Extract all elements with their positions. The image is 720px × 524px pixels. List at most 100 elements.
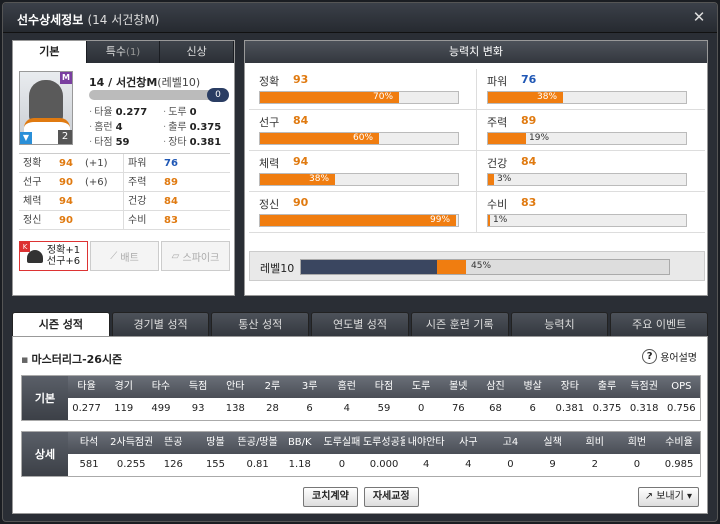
exp-bar: 0 [89, 88, 229, 102]
equip-slot-helmet[interactable]: K 정확+1 선구+6 [19, 241, 88, 271]
level-percent: 45% [471, 261, 492, 271]
player-card[interactable]: M ▼ 2 [19, 71, 73, 145]
posture-correction-button[interactable]: 자세교정 [363, 487, 419, 507]
mini-stat-key: 장타 [168, 137, 187, 148]
grade-badge: M [60, 72, 72, 84]
table-cell: 출루 [597, 381, 617, 392]
bullet-icon: ▪ [21, 353, 29, 366]
stat-cell: 정확 94 (+1) [19, 154, 124, 172]
table-cell: 1.18 [288, 459, 311, 470]
ability-bar: 38% [487, 91, 687, 104]
table-cell: BB/K [287, 437, 312, 448]
ability-item: 정확 93 70% [249, 69, 477, 110]
table-cell: 내야안타 [407, 437, 445, 448]
season-title: ▪ 마스터리그-26시즌 [21, 351, 122, 367]
table-cell: 도루실패 [323, 437, 361, 448]
stat-value: 76 [164, 158, 178, 169]
mini-stat-row: · 타율 0.277 · 도루 0 [89, 105, 237, 120]
window-title-text: 선수상세정보 [17, 13, 84, 27]
stat-row: 선구 90 (+6) 주력 89 [19, 173, 230, 192]
stat-value: 90 [59, 177, 73, 188]
player-tabs: 기본 특수(1) 신상 [13, 41, 235, 63]
stat-cell: 선구 90 (+6) [19, 173, 124, 191]
record-tab[interactable]: 능력치 [510, 312, 609, 336]
level-label: 레벨10 [260, 262, 295, 275]
table-cell: 0 [417, 403, 425, 414]
mini-stat-value: 0 [189, 107, 197, 118]
stat-value: 84 [164, 196, 178, 207]
send-button[interactable]: ↗ 보내기 ▾ [637, 487, 699, 507]
mini-stat-key: 타점 [94, 137, 113, 148]
basic-stats-table: 기본 타율 경기 타수 득점 안타 2루 3루 홈런 타점 도루 볼넷 삼진 병살 장타 출루 득점권 OPS … [21, 375, 701, 421]
ability-item: 수비 83 1% [477, 192, 705, 233]
mini-stat-key: 출루 [168, 122, 187, 133]
equip-slot-bat[interactable]: ⟋ 배트 [90, 241, 159, 271]
stat-value: 89 [164, 177, 178, 188]
ability-grid: 정확 93 70% 파워 76 38% 선구 84 60% 주력 89 19% 체력 94 38% 건강 84 3… [249, 69, 705, 233]
record-tab[interactable]: 시즌 훈련 기록 [410, 312, 509, 336]
ability-value: 84 [521, 155, 537, 168]
table-cell: 4 [423, 459, 430, 470]
stat-bonus: (+1) [85, 158, 108, 169]
table-cell: 2루 [264, 381, 281, 392]
table-cell: 장타 [560, 381, 580, 392]
tab-special[interactable]: 특수(1) [86, 41, 161, 63]
ability-percent: 3% [497, 174, 512, 184]
table-cell: 땅볼 [206, 437, 225, 448]
table-cell: 희번 [627, 437, 647, 448]
table-cell: 68 [489, 403, 502, 414]
stat-value: 94 [59, 158, 73, 169]
glossary-button[interactable]: ? 용어설명 [642, 349, 697, 364]
table-cell: 0.985 [664, 459, 694, 470]
table-cell: 0.375 [592, 403, 622, 414]
record-tab[interactable]: 통산 성적 [211, 312, 310, 336]
ability-key: 수비 [487, 198, 508, 211]
record-tab[interactable]: 연도별 성적 [311, 312, 409, 336]
table-cell: 4 [465, 459, 472, 470]
action-buttons: 코치계약 자세교정 [303, 487, 419, 507]
table-row: 0.277 119 499 93 138 28 6 4 59 0 76 68 6 0.381 0.375 0.… [68, 398, 700, 420]
ability-key: 정확 [259, 75, 280, 88]
table-cell: 뜬공/땅볼 [237, 437, 278, 448]
table-cell: 타수 [151, 381, 171, 392]
stat-value: 90 [59, 215, 73, 226]
table-cell: 경기 [114, 381, 133, 392]
mini-stat: · 타율 0.277 [89, 105, 163, 120]
stat-key: 정신 [23, 215, 42, 226]
table-cell: 0.255 [116, 459, 146, 470]
record-tab[interactable]: 주요 이벤트 [610, 312, 709, 336]
level-bar: 45% [300, 259, 670, 275]
record-tab[interactable]: 경기별 성적 [111, 312, 210, 336]
table-label: 기본 [22, 376, 68, 420]
coach-contract-button[interactable]: 코치계약 [303, 487, 358, 507]
ability-percent: 19% [529, 133, 550, 143]
table-cell: 0 [507, 459, 514, 470]
table-cell: 타석 [79, 437, 99, 448]
table-cell: 28 [266, 403, 279, 414]
table-cell: 0 [338, 459, 346, 470]
close-icon[interactable]: ✕ [691, 10, 707, 26]
table-header-row: 타석 2사득점권 뜬공 땅볼 뜬공/땅볼 BB/K 도루실패 도루성공율 내야안타 사구 고4 실책 희… [68, 432, 700, 454]
bullet-icon: · [163, 122, 167, 133]
ability-bar-fill [488, 174, 494, 185]
table-cell: 타율 [77, 381, 96, 392]
record-tab[interactable]: 시즌 성적 [12, 312, 110, 336]
tab-profile[interactable]: 신상 [160, 41, 235, 63]
stat-row: 정신 90 수비 83 [19, 211, 230, 230]
mini-stat-row: · 타점 59 · 장타 0.381 [89, 135, 237, 150]
share-icon: ↗ [644, 491, 654, 502]
tab-basic[interactable]: 기본 [13, 41, 87, 63]
stat-cell: 주력 89 [124, 173, 229, 191]
table-cell: 9 [549, 459, 556, 470]
table-cell: 0 [633, 459, 641, 470]
equip-slot-spike[interactable]: ▱ 스파이크 [161, 241, 230, 271]
table-cell: 6 [306, 403, 313, 414]
mini-stat-row: · 홈런 4 · 출루 0.375 [89, 120, 237, 135]
ability-bar-fill [488, 215, 490, 226]
player-stat-grid: 정확 94 (+1) 파워 76 선구 90 (+6) 주력 89 체력 94 건강 84 정신… [19, 153, 230, 230]
glossary-label: 용어설명 [660, 353, 697, 364]
ability-value: 89 [521, 114, 537, 127]
stat-key: 체력 [23, 196, 42, 207]
ability-percent: 38% [537, 92, 558, 102]
table-cell: 타점 [374, 381, 394, 392]
